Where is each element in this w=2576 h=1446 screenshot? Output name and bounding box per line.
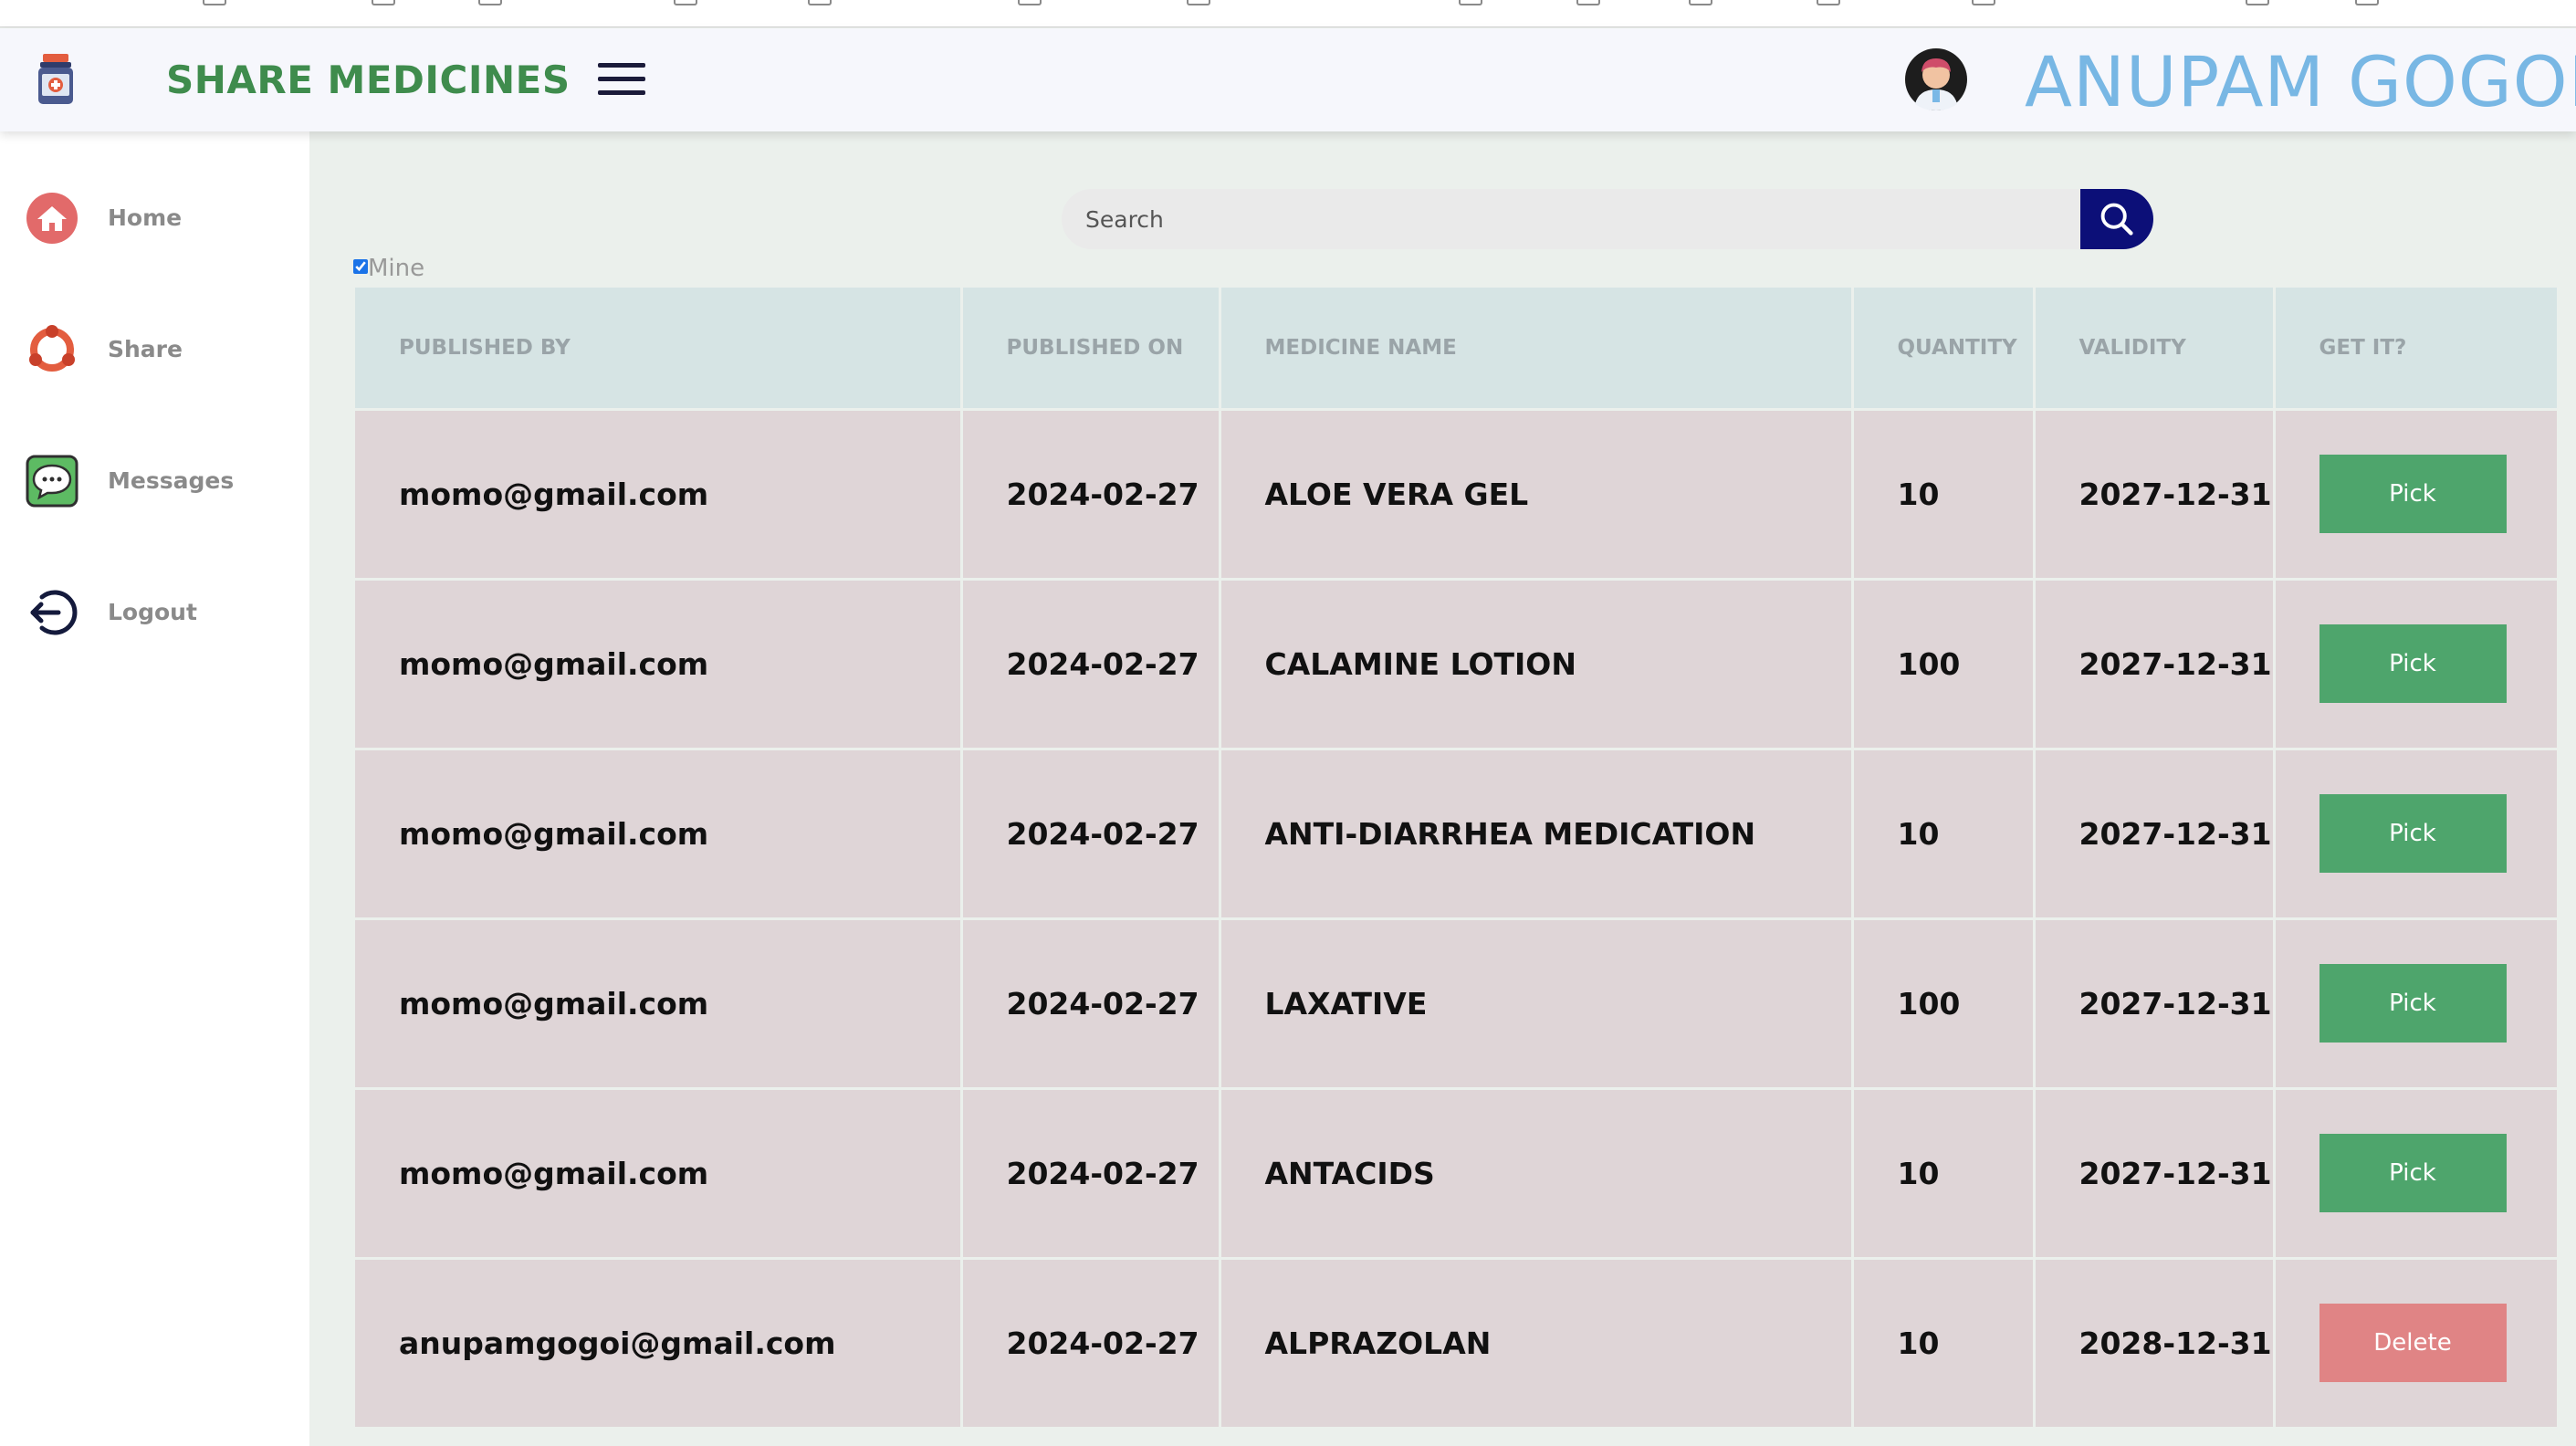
pick-button[interactable]: Pick	[2319, 624, 2507, 703]
published-by-cell: momo@gmail.com	[355, 579, 963, 750]
published-by-cell: anupamgogoi@gmail.com	[355, 1258, 963, 1430]
table-row: momo@gmail.com 2024-02-27 ANTI-DIARRHEA …	[355, 749, 2557, 920]
sidebar-item-home[interactable]: Home	[26, 192, 299, 246]
validity-cell: 2027-12-31	[2034, 918, 2276, 1090]
pick-button[interactable]: Pick	[2319, 455, 2507, 533]
action-cell: Delete	[2274, 1258, 2557, 1430]
pick-button[interactable]: Pick	[2319, 1134, 2507, 1212]
action-cell: Pick	[2274, 1088, 2557, 1260]
bookmark-icon[interactable]	[674, 0, 697, 5]
validity-cell: 2027-12-31	[2034, 579, 2276, 750]
user-avatar[interactable]	[1904, 47, 1968, 111]
column-header[interactable]: QUANTITY	[1852, 288, 2036, 411]
search-input[interactable]	[1062, 189, 2093, 249]
validity-cell: 2027-12-31	[2034, 749, 2276, 920]
search-button[interactable]	[2080, 189, 2153, 249]
home-icon	[26, 193, 78, 244]
bookmark-icon[interactable]	[2246, 0, 2269, 5]
bookmark-icon[interactable]	[1972, 0, 1995, 5]
validity-cell: 2027-12-31	[2034, 409, 2276, 581]
medicine-name-cell: ALPRAZOLAN	[1220, 1258, 1854, 1430]
published-on-cell: 2024-02-27	[961, 1258, 1221, 1430]
medicines-table: PUBLISHED BY PUBLISHED ON MEDICINE NAME …	[355, 288, 2557, 1430]
sidebar-item-logout[interactable]: Logout	[26, 586, 299, 641]
app-title[interactable]: SHARE MEDICINES	[166, 58, 571, 102]
pick-button[interactable]: Pick	[2319, 794, 2507, 873]
table-row: anupamgogoi@gmail.com 2024-02-27 ALPRAZO…	[355, 1258, 2557, 1430]
sidebar: Home Share Messages Logout	[0, 131, 309, 1446]
bookmark-icon[interactable]	[808, 0, 832, 5]
search-icon	[2100, 203, 2133, 236]
mine-checkbox[interactable]	[353, 259, 368, 274]
bookmark-icon[interactable]	[1576, 0, 1600, 5]
mine-filter[interactable]: Mine	[353, 255, 424, 282]
published-on-cell: 2024-02-27	[961, 749, 1221, 920]
bookmark-icon[interactable]	[1817, 0, 1840, 5]
search-bar	[1062, 189, 2166, 249]
quantity-cell: 10	[1852, 1088, 2036, 1260]
medicine-name-cell: LAXATIVE	[1220, 918, 1854, 1090]
action-cell: Pick	[2274, 749, 2557, 920]
medicine-name-cell: ANTACIDS	[1220, 1088, 1854, 1260]
bookmark-icon[interactable]	[2355, 0, 2379, 5]
share-icon	[29, 325, 75, 372]
sidebar-item-label: Share	[108, 336, 183, 362]
table-row: momo@gmail.com 2024-02-27 ANTACIDS 10 20…	[355, 1088, 2557, 1260]
chat-icon	[26, 455, 79, 508]
published-on-cell: 2024-02-27	[961, 918, 1221, 1090]
mine-label: Mine	[368, 255, 425, 282]
table-row: momo@gmail.com 2024-02-27 LAXATIVE 100 2…	[355, 918, 2557, 1090]
column-header[interactable]: GET IT?	[2274, 288, 2557, 411]
quantity-cell: 100	[1852, 918, 2036, 1090]
table-row: momo@gmail.com 2024-02-27 CALAMINE LOTIO…	[355, 579, 2557, 750]
quantity-cell: 100	[1852, 579, 2036, 750]
quantity-cell: 10	[1852, 1258, 2036, 1430]
medicine-name-cell: CALAMINE LOTION	[1220, 579, 1854, 750]
quantity-cell: 10	[1852, 749, 2036, 920]
bookmark-icon[interactable]	[203, 0, 226, 5]
medicine-name-cell: ALOE VERA GEL	[1220, 409, 1854, 581]
sidebar-item-messages[interactable]: Messages	[26, 455, 299, 509]
published-on-cell: 2024-02-27	[961, 409, 1221, 581]
bookmark-icon[interactable]	[1187, 0, 1210, 5]
app-header: SHARE MEDICINES ANUPAM GOGOI	[0, 28, 2576, 131]
column-header[interactable]: PUBLISHED BY	[355, 288, 963, 411]
published-by-cell: momo@gmail.com	[355, 749, 963, 920]
user-name[interactable]: ANUPAM GOGOI	[2025, 41, 2576, 122]
published-on-cell: 2024-02-27	[961, 579, 1221, 750]
published-by-cell: momo@gmail.com	[355, 409, 963, 581]
bookmark-icon[interactable]	[1689, 0, 1712, 5]
published-by-cell: momo@gmail.com	[355, 1088, 963, 1260]
published-by-cell: momo@gmail.com	[355, 918, 963, 1090]
browser-bookmarks-strip	[0, 0, 2576, 27]
column-header[interactable]: PUBLISHED ON	[961, 288, 1221, 411]
bookmark-icon[interactable]	[372, 0, 395, 5]
quantity-cell: 10	[1852, 409, 2036, 581]
main-content: Mine PUBLISHED BY PUBLISHED ON MEDICINE …	[309, 131, 2576, 1446]
action-cell: Pick	[2274, 918, 2557, 1090]
published-on-cell: 2024-02-27	[961, 1088, 1221, 1260]
action-cell: Pick	[2274, 579, 2557, 750]
sidebar-item-label: Logout	[108, 599, 197, 625]
bookmark-icon[interactable]	[1459, 0, 1482, 5]
hamburger-menu-icon[interactable]	[598, 63, 645, 100]
medicine-name-cell: ANTI-DIARRHEA MEDICATION	[1220, 749, 1854, 920]
pick-button[interactable]: Pick	[2319, 964, 2507, 1043]
delete-button[interactable]: Delete	[2319, 1304, 2507, 1382]
column-header[interactable]: VALIDITY	[2034, 288, 2276, 411]
table-row: momo@gmail.com 2024-02-27 ALOE VERA GEL …	[355, 409, 2557, 581]
validity-cell: 2027-12-31	[2034, 1088, 2276, 1260]
column-header[interactable]: MEDICINE NAME	[1220, 288, 1854, 411]
bookmark-icon[interactable]	[478, 0, 502, 5]
validity-cell: 2028-12-31	[2034, 1258, 2276, 1430]
logout-icon	[30, 590, 78, 635]
table-header-row: PUBLISHED BY PUBLISHED ON MEDICINE NAME …	[355, 288, 2557, 411]
sidebar-item-share[interactable]: Share	[26, 323, 299, 378]
action-cell: Pick	[2274, 409, 2557, 581]
medicine-bottle-icon	[38, 54, 73, 104]
sidebar-item-label: Messages	[108, 467, 235, 494]
sidebar-item-label: Home	[108, 204, 183, 231]
bookmark-icon[interactable]	[1018, 0, 1042, 5]
